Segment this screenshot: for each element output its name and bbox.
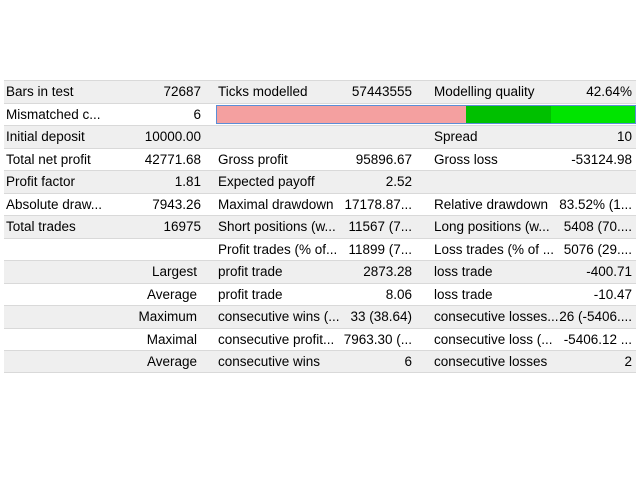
- value-largest-loss-trade: -400.71: [586, 264, 632, 279]
- report-row-drawdown: Absolute draw... 7943.26 Maximal drawdow…: [4, 192, 636, 215]
- label-total-net-profit: Total net profit: [6, 151, 91, 167]
- value-maximal-drawdown: 17178.87...: [344, 196, 412, 212]
- modelling-quality-bar: [216, 104, 636, 124]
- report-row-largest: Largest profit trade 2873.28 loss trade …: [4, 260, 636, 283]
- report-row-bars: Bars in test 72687 Ticks modelled 574435…: [4, 80, 636, 103]
- label-maximum: Maximum: [138, 309, 197, 324]
- report-row-average-consecutive: Average consecutive wins 6 consecutive l…: [4, 350, 636, 373]
- value-average-profit-trade: 8.06: [385, 286, 412, 302]
- label-bars-in-test: Bars in test: [6, 84, 74, 99]
- report-row-profit-factor: Profit factor 1.81 Expected payoff 2.52: [4, 170, 636, 193]
- label-total-trades: Total trades: [6, 219, 76, 234]
- value-max-consecutive-losses: 26 (-5406....: [559, 309, 632, 324]
- value-profit-factor: 1.81: [174, 174, 201, 189]
- label-maximal: Maximal: [146, 331, 197, 347]
- quality-bar-segment-1: [217, 105, 466, 123]
- value-mismatched-charts-errors: 6: [193, 106, 201, 122]
- value-maximal-consecutive-loss: -5406.12 ...: [563, 331, 632, 347]
- label-largest-loss-trade: loss trade: [434, 264, 493, 279]
- value-average-consecutive-losses: 2: [624, 354, 632, 369]
- label-modelling-quality: Modelling quality: [434, 84, 535, 99]
- label-absolute-drawdown: Absolute draw...: [6, 196, 103, 212]
- label-long-positions: Long positions (w...: [434, 219, 550, 234]
- report-row-profit-loss-trades: Profit trades (% of... 11899 (7... Loss …: [4, 237, 636, 260]
- value-spread: 10: [616, 129, 632, 144]
- report-row-maximum: Maximum consecutive wins (... 33 (38.64)…: [4, 305, 636, 328]
- report-row-net-profit: Total net profit 42771.68 Gross profit 9…: [4, 147, 636, 170]
- value-relative-drawdown: 83.52% (1...: [559, 196, 632, 212]
- label-gross-loss: Gross loss: [434, 151, 498, 167]
- strategy-tester-report: Bars in test 72687 Ticks modelled 574435…: [4, 80, 636, 373]
- value-short-positions: 11567 (7...: [348, 219, 412, 234]
- value-modelling-quality: 42.64%: [586, 84, 632, 99]
- report-row-deposit: Initial deposit 10000.00 Spread 10: [4, 125, 636, 148]
- report-row-maximal: Maximal consecutive profit... 7963.30 (.…: [4, 327, 636, 350]
- quality-bar-segment-2: [465, 105, 552, 123]
- value-gross-profit: 95896.67: [355, 151, 412, 167]
- value-total-trades: 16975: [163, 219, 201, 234]
- value-absolute-drawdown: 7943.26: [152, 196, 201, 212]
- label-loss-trades: Loss trades (% of ...: [434, 241, 555, 257]
- label-average-consecutive-losses: consecutive losses: [434, 354, 548, 369]
- value-gross-loss: -53124.98: [571, 151, 632, 167]
- value-average-loss-trade: -10.47: [593, 286, 632, 302]
- value-expected-payoff: 2.52: [385, 174, 412, 189]
- report-row-total-trades: Total trades 16975 Short positions (w...…: [4, 215, 636, 238]
- value-maximal-consecutive-profit: 7963.30 (...: [343, 331, 412, 347]
- value-long-positions: 5408 (70....: [563, 219, 632, 234]
- value-largest-profit-trade: 2873.28: [363, 264, 412, 279]
- label-average-consecutive: Average: [146, 354, 197, 369]
- value-average-consecutive-wins: 6: [404, 354, 412, 369]
- label-max-consecutive-losses: consecutive losses...: [434, 309, 559, 324]
- label-profit-factor: Profit factor: [6, 174, 76, 189]
- report-row-mismatched: Mismatched c... 6: [4, 102, 636, 125]
- report-row-average: Average profit trade 8.06 loss trade -10…: [4, 282, 636, 305]
- label-mismatched-charts-errors: Mismatched c...: [6, 106, 101, 122]
- label-initial-deposit: Initial deposit: [6, 129, 85, 144]
- label-average-loss-trade: loss trade: [434, 286, 493, 302]
- value-ticks-modelled: 57443555: [351, 84, 412, 99]
- value-loss-trades: 5076 (29....: [563, 241, 632, 257]
- value-initial-deposit: 10000.00: [144, 129, 201, 144]
- value-bars-in-test: 72687: [163, 84, 201, 99]
- quality-bar-segment-3: [551, 105, 635, 123]
- label-maximal-consecutive-loss: consecutive loss (...: [434, 331, 553, 347]
- value-total-net-profit: 42771.68: [144, 151, 201, 167]
- value-profit-trades: 11899 (7...: [348, 241, 412, 257]
- label-largest: Largest: [151, 264, 197, 279]
- label-spread: Spread: [434, 129, 478, 144]
- value-max-consecutive-wins: 33 (38.64): [350, 309, 412, 324]
- label-relative-drawdown: Relative drawdown: [434, 196, 549, 212]
- label-average: Average: [146, 286, 197, 302]
